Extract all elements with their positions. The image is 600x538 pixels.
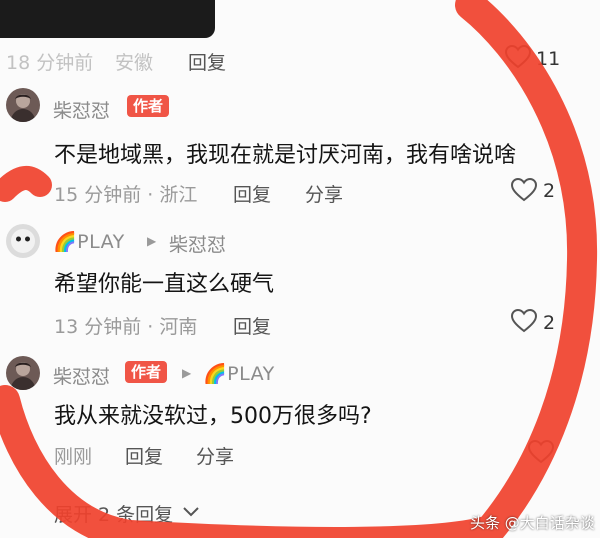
comment-1-location: 安徽 [115, 52, 154, 74]
comment-3-like-count: 2 [543, 312, 556, 334]
comment-3-author-name[interactable]: 🌈PLAY [53, 230, 125, 253]
comment-2-reply-button[interactable]: 回复 [233, 180, 271, 207]
comment-2-text: 不是地域黑，我现在就是讨厌河南，我有啥说啥 [54, 143, 517, 168]
comment-4-reply-button[interactable]: 回复 [125, 442, 163, 469]
comment-2-author-name[interactable]: 柴怼怼 [53, 96, 110, 123]
comment-3-like-icon[interactable] [510, 308, 538, 337]
comment-4-meta: 刚刚 [54, 446, 93, 468]
avatar[interactable] [6, 356, 40, 390]
comment-2-share-button[interactable]: 分享 [305, 180, 343, 207]
avatar[interactable] [6, 224, 40, 258]
comment-4-text: 我从来就没软过，500万很多吗? [54, 404, 372, 429]
comment-4-like-icon[interactable] [527, 439, 555, 468]
comment-2-like-icon[interactable] [510, 177, 538, 206]
comment-3-text: 希望你能一直这么硬气 [54, 272, 275, 297]
avatar[interactable] [6, 88, 40, 122]
comment-4-share-button[interactable]: 分享 [196, 442, 234, 469]
reply-arrow-icon: ▶ [182, 366, 192, 380]
author-badge: 作者 [127, 95, 170, 117]
comment-4-author-name[interactable]: 柴怼怼 [53, 362, 110, 389]
expand-replies-button[interactable]: 展开 2 条回复 [54, 500, 173, 527]
chevron-down-icon[interactable] [182, 504, 200, 523]
comment-1-reply-button[interactable]: 回复 [188, 48, 226, 75]
comment-1-like-icon[interactable] [504, 44, 532, 73]
watermark: 头条 @大白话杂谈 [470, 514, 595, 532]
author-badge: 作者 [125, 361, 168, 383]
comment-1-like-count: 11 [536, 48, 561, 70]
top-dark-bar [0, 0, 215, 38]
reply-arrow-icon: ▶ [147, 234, 157, 248]
comment-3-reply-to[interactable]: 柴怼怼 [169, 230, 226, 257]
comment-4-reply-to[interactable]: 🌈PLAY [203, 362, 275, 385]
comment-2-like-count: 2 [543, 180, 556, 202]
comment-3-reply-button[interactable]: 回复 [233, 312, 271, 339]
comment-1-time: 18 分钟前 [6, 52, 94, 74]
comment-2-meta: 15 分钟前 · 浙江 [54, 184, 198, 206]
comment-3-meta: 13 分钟前 · 河南 [54, 316, 198, 338]
